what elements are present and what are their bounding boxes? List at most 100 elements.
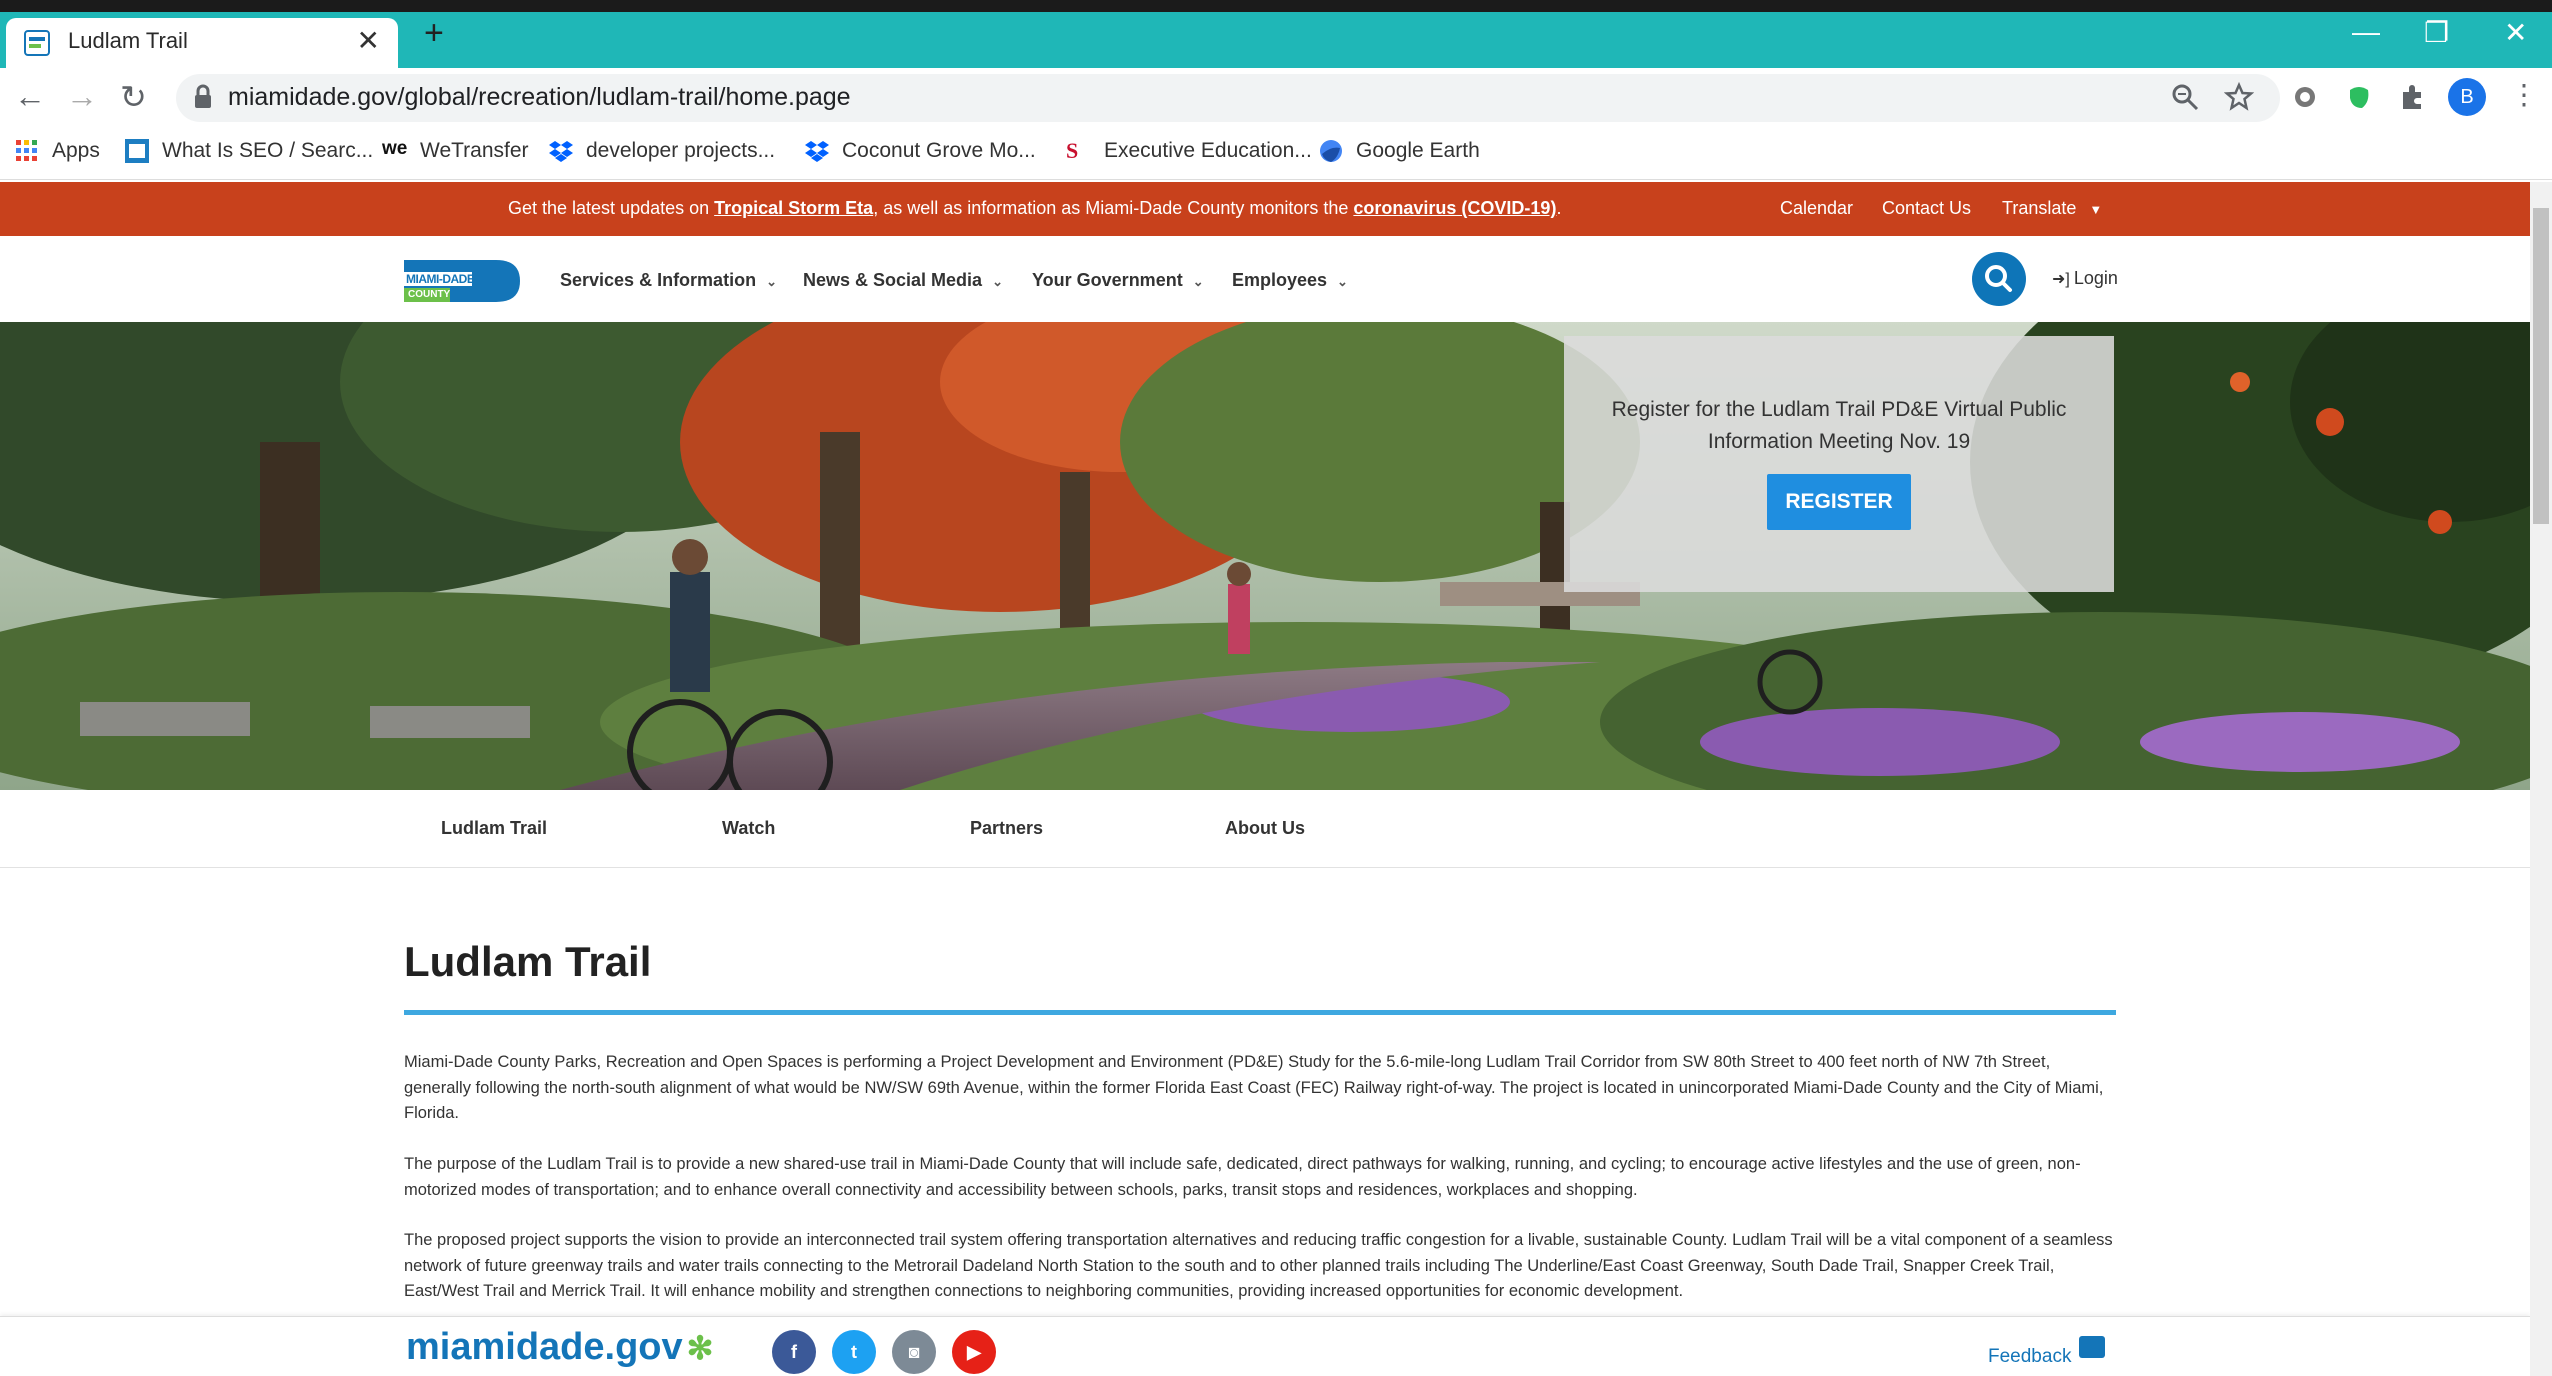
nav-label: Services & Information [560,270,757,290]
subnav-ludlam-trail[interactable]: Ludlam Trail [441,818,547,839]
contact-us-link[interactable]: Contact Us [1882,198,1971,219]
nav-employees[interactable]: Employees ⌄ [1232,270,1348,291]
minimize-icon[interactable]: — [2352,16,2380,48]
logo-text-bottom: COUNTY [408,289,451,300]
zoom-icon[interactable] [2170,82,2200,112]
bookmark-label: What Is SEO / Searc... [162,139,374,162]
login-icon: ➜] [2052,271,2070,288]
alert-prefix: Get the latest updates on [508,198,715,218]
forward-icon[interactable]: → [66,78,98,115]
bookmark-label: Coconut Grove Mo... [842,139,1036,162]
subnav-partners[interactable]: Partners [970,818,1043,839]
bookmarks-bar: Apps What Is SEO / Searc... we WeTransfe… [0,130,2552,180]
alert-banner: Get the latest updates on Tropical Storm… [0,182,2530,236]
nav-label: News & Social Media [803,270,983,290]
alert-suffix: . [1556,198,1562,218]
nav-your-government[interactable]: Your Government ⌄ [1032,270,1204,291]
nav-label: Your Government [1032,270,1183,290]
url-text: miamidade.gov/global/recreation/ludlam-t… [228,83,851,111]
s-logo-icon: S [1066,138,1079,163]
wetransfer-icon: we [382,138,408,159]
translate-dropdown[interactable]: Translate ▼ [2002,198,2102,219]
bookmark-label: Apps [52,139,100,162]
hero-image [0,322,2530,790]
bookmark-apps[interactable]: Apps [14,138,100,164]
extensions-puzzle-icon[interactable] [2398,82,2428,112]
chevron-down-icon: ⌄ [992,274,1003,289]
translate-label: Translate [2002,198,2077,218]
subnav-watch[interactable]: Watch [722,818,775,839]
bookmark-label: WeTransfer [420,139,529,162]
chat-bubble-icon [2079,1336,2106,1358]
bookmark-executive-education[interactable]: S Executive Education... [1066,138,1312,164]
logo-text-top: MIAMI-DADE [406,272,475,286]
reload-icon[interactable]: ↻ [120,78,147,116]
login-link[interactable]: ➜] Login [2052,268,2118,289]
paragraph-intro: Miami-Dade County Parks, Recreation and … [404,1053,2104,1122]
seo-favicon-icon [125,139,149,163]
facebook-icon[interactable]: f [772,1330,816,1374]
dropbox-icon [549,141,573,162]
extension-circle-icon[interactable] [2290,82,2320,112]
bookmark-label: Executive Education... [1104,139,1312,162]
hero-trail-illustration [0,322,2530,790]
nav-label: Employees [1232,270,1328,290]
title-underline [404,1010,2116,1015]
new-tab-button[interactable]: + [424,14,444,53]
covid-link[interactable]: coronavirus (COVID-19) [1353,198,1556,218]
restore-icon[interactable]: ❐ [2424,16,2449,49]
chevron-down-icon: ⌄ [766,274,777,289]
instagram-icon[interactable]: ◙ [892,1330,936,1374]
bookmark-developer-projects[interactable]: developer projects... [548,138,775,164]
nav-news-social-media[interactable]: News & Social Media ⌄ [803,270,1003,291]
omnibox[interactable]: miamidade.gov/global/recreation/ludlam-t… [176,74,2280,122]
site-footer [0,1316,2530,1376]
scrollbar-thumb[interactable] [2533,208,2549,524]
footer-logo-text: miamidade.gov [406,1326,683,1368]
youtube-icon[interactable]: ▶ [952,1330,996,1374]
feedback-button[interactable]: Feedback [1988,1336,2106,1368]
profile-avatar[interactable]: B [2448,78,2486,116]
window-top-strip [0,0,2552,12]
chevron-down-icon: ⌄ [1337,274,1348,289]
bookmark-google-earth[interactable]: Google Earth [1318,138,1480,164]
bookmark-star-icon[interactable] [2224,82,2254,112]
apps-grid-icon [16,140,37,161]
bookmark-seo[interactable]: What Is SEO / Searc... [124,138,373,164]
search-icon [1985,265,2012,292]
calendar-link[interactable]: Calendar [1780,198,1853,219]
promo-text: Register for the Ludlam Trail PD&E Virtu… [1611,398,2067,453]
browser-tab[interactable]: Ludlam Trail ✕ [6,18,398,68]
nav-services-information[interactable]: Services & Information ⌄ [560,270,777,291]
back-icon[interactable]: ← [14,78,46,115]
evernote-extension-icon[interactable] [2344,82,2374,112]
twitter-icon[interactable]: t [832,1330,876,1374]
subnav-about-us[interactable]: About Us [1225,818,1305,839]
footer-logo[interactable]: miamidade.gov ✻ [406,1326,713,1369]
bookmark-label: developer projects... [586,139,776,162]
close-window-icon[interactable]: ✕ [2504,16,2527,49]
login-label: Login [2073,268,2118,288]
register-button[interactable]: REGISTER [1767,474,1911,530]
alert-message: Get the latest updates on Tropical Storm… [508,198,1561,219]
tab-title: Ludlam Trail [68,28,188,53]
page-title: Ludlam Trail [404,938,652,985]
bookmark-label: Google Earth [1356,139,1480,162]
caret-down-icon: ▼ [2089,202,2103,217]
chevron-down-icon: ⌄ [1192,274,1204,289]
dropbox-icon [805,141,829,162]
tropical-storm-link[interactable]: Tropical Storm Eta [714,198,873,218]
lock-icon [195,84,211,108]
bookmark-coconut-grove[interactable]: Coconut Grove Mo... [804,138,1036,164]
chrome-menu-icon[interactable]: ⋮ [2510,78,2538,111]
google-earth-icon [1320,140,1342,162]
close-tab-icon[interactable]: ✕ [357,24,380,57]
alert-middle: , as well as information as Miami-Dade C… [873,198,1354,218]
site-favicon-icon [24,30,50,56]
paragraph-vision: The proposed project supports the vision… [404,1231,2113,1300]
search-button[interactable] [1972,252,2026,306]
paragraph-purpose: The purpose of the Ludlam Trail is to pr… [404,1155,2081,1199]
bookmark-wetransfer[interactable]: we WeTransfer [382,138,529,164]
palm-tree-icon: ✻ [686,1330,714,1366]
miami-dade-logo[interactable]: MIAMI-DADE COUNTY [404,254,520,308]
